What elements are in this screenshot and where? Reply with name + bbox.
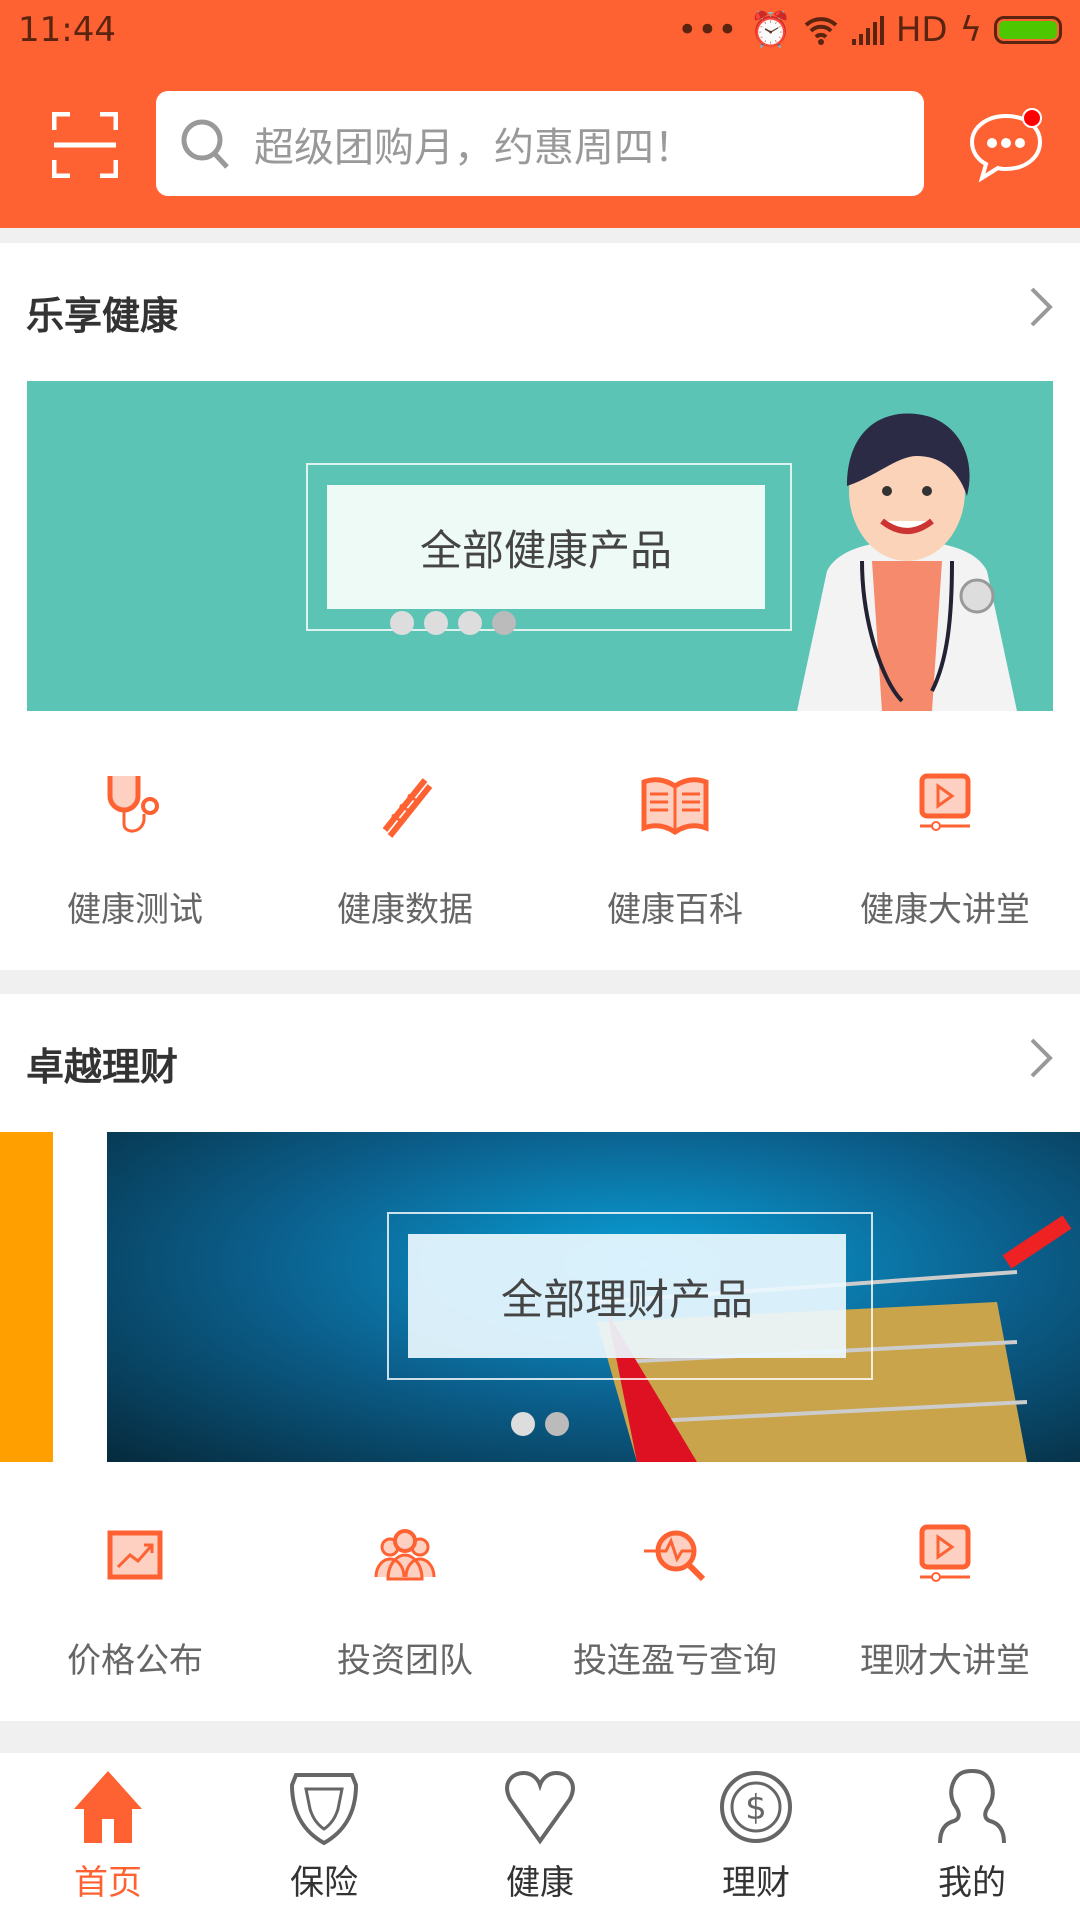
health-lecture-item[interactable]: 健康大讲堂 [810,770,1080,931]
more-dots-icon: ••• [677,10,738,50]
investment-team-item[interactable]: 投资团队 [270,1521,540,1682]
wifi-icon [804,17,838,45]
item-label: 投资团队 [337,1641,473,1681]
item-label: 健康百科 [607,890,743,930]
message-icon[interactable] [966,104,1046,184]
banner-label[interactable]: 全部健康产品 [327,485,765,609]
user-icon [938,1769,1006,1844]
signal-icon [851,16,884,45]
banner-label[interactable]: 全部理财产品 [408,1234,846,1358]
profit-loss-query-item[interactable]: 投连盈亏查询 [540,1521,810,1682]
item-label: 投连盈亏查询 [573,1641,777,1681]
search-chart-icon [644,1530,706,1582]
chevron-right-icon[interactable] [1024,285,1058,329]
item-label: 价格公布 [67,1641,203,1681]
book-icon [641,777,709,836]
bottom-nav: 首页 保险 健康 $ 理财 我的 [0,1753,1080,1920]
video-lecture-icon [919,773,971,831]
search-placeholder: 超级团购月，约惠周四！ [254,124,694,171]
svg-text:$: $ [745,1788,767,1828]
unread-badge [1022,108,1042,128]
scan-icon[interactable] [52,112,118,178]
previous-banner[interactable] [0,1132,53,1462]
alarm-icon: ⏰ [749,10,792,50]
nav-label: 首页 [74,1863,142,1903]
nav-label: 保险 [290,1863,358,1903]
item-label: 健康测试 [67,890,203,930]
finance-section: 卓越理财 全部理财产品 价格公布 投资团队 投连盈亏查询 理财大讲堂 [0,994,1080,1721]
finance-grid: 价格公布 投资团队 投连盈亏查询 理财大讲堂 [0,1521,1080,1682]
dna-icon [382,778,433,838]
finance-banner[interactable]: 全部理财产品 [107,1132,1080,1462]
video-lecture-icon [919,1524,971,1582]
network-type: HD [895,10,948,50]
finance-lecture-item[interactable]: 理财大讲堂 [810,1521,1080,1682]
search-input[interactable]: 超级团购月，约惠周四！ [156,91,924,196]
price-announcement-item[interactable]: 价格公布 [0,1521,270,1682]
nav-label: 理财 [722,1863,790,1903]
chevron-right-icon[interactable] [1024,1036,1058,1080]
stethoscope-icon [107,776,159,833]
status-icons: ••• ⏰ HD ϟ [677,10,1062,50]
health-banner[interactable]: 全部健康产品 [27,381,1053,711]
health-data-item[interactable]: 健康数据 [270,770,540,931]
home-icon [74,1771,142,1843]
item-label: 理财大讲堂 [860,1641,1030,1681]
nav-finance[interactable]: $ 理财 [648,1753,864,1920]
carousel-dots [390,611,516,635]
nav-mine[interactable]: 我的 [864,1753,1080,1920]
section-title: 卓越理财 [26,1045,179,1089]
charging-icon: ϟ [959,10,982,50]
item-label: 健康大讲堂 [860,890,1030,930]
item-label: 健康数据 [337,890,473,930]
health-grid: 健康测试 健康数据 健康百科 健康大讲堂 [0,770,1080,931]
nav-label: 健康 [506,1863,574,1903]
chart-icon [107,1530,163,1580]
team-icon [374,1529,436,1581]
shield-icon [289,1773,359,1845]
health-encyclopedia-item[interactable]: 健康百科 [540,770,810,931]
health-test-item[interactable]: 健康测试 [0,770,270,931]
status-time: 11:44 [18,10,116,50]
heart-icon [505,1770,575,1845]
search-icon [181,119,229,169]
nav-health[interactable]: 健康 [432,1753,648,1920]
doctor-illustration [797,413,1017,711]
section-title: 乐享健康 [26,294,179,338]
nav-home[interactable]: 首页 [0,1753,216,1920]
nav-label: 我的 [938,1863,1006,1903]
battery-icon [994,16,1062,44]
header: 11:44 ••• ⏰ HD ϟ 超级团购月，约惠周四！ [0,0,1080,228]
coin-icon: $ [720,1771,792,1843]
nav-insurance[interactable]: 保险 [216,1753,432,1920]
carousel-dots [511,1412,569,1436]
health-section: 乐享健康 全部健康产品 健康测试 健康数据 健康百科 健康大讲堂 [0,243,1080,970]
